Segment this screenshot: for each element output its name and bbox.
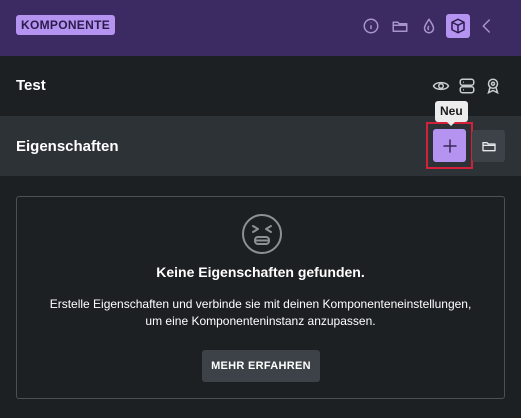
folder-icon (481, 142, 496, 152)
header-bar: KOMPONENTE (0, 0, 521, 56)
tired-face-icon (242, 214, 282, 254)
add-property-button[interactable] (433, 129, 466, 162)
component-button[interactable] (446, 14, 470, 38)
header-toolbar (354, 14, 499, 38)
info-icon (363, 18, 379, 34)
component-title: Test (16, 77, 46, 94)
import-property-button[interactable] (472, 130, 505, 162)
data-button[interactable] (457, 76, 477, 96)
award-icon (487, 78, 499, 95)
empty-state-text-line: um eine Komponenteninstanz anzupassen. (145, 314, 376, 328)
info-button[interactable] (359, 14, 383, 38)
add-tooltip: Neu (435, 101, 468, 126)
empty-state-text-line: Erstelle Eigenschaften und verbinde sie … (49, 297, 472, 311)
component-badge: KOMPONENTE (16, 15, 116, 35)
chevron-left-icon (482, 19, 490, 33)
empty-state-panel: Keine Eigenschaften gefunden. Erstelle E… (16, 196, 505, 399)
empty-state-text: Erstelle Eigenschaften und verbinde sie … (27, 296, 494, 330)
component-toolbar (425, 76, 503, 96)
visibility-button[interactable] (431, 76, 451, 96)
collapse-button[interactable] (475, 14, 499, 38)
eye-icon (432, 81, 450, 91)
empty-state-title: Keine Eigenschaften gefunden. (156, 264, 365, 280)
cube-icon (451, 18, 465, 34)
properties-title: Eigenschaften (16, 138, 119, 155)
droplet-icon (423, 18, 435, 34)
style-button[interactable] (417, 14, 441, 38)
server-icon (459, 78, 475, 94)
badge-button[interactable] (483, 76, 503, 96)
plus-icon (442, 138, 457, 153)
folder-button[interactable] (388, 14, 412, 38)
learn-more-button[interactable]: MEHR ERFAHREN (202, 350, 320, 382)
folder-icon (392, 21, 408, 32)
